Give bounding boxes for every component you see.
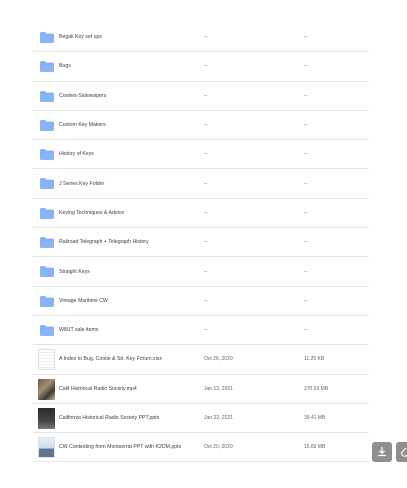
folder-icon [40,178,54,190]
file-name: CW Contesting from Montserrat PPT with K… [59,444,182,451]
link-icon [401,447,407,457]
modified-date: -- [204,180,208,187]
file-size: -- [304,63,308,70]
folder-icon [40,119,54,131]
folder-row[interactable]: W8UT sale items -- -- [33,316,369,346]
modified-date: -- [204,122,208,129]
folder-icon [40,324,54,336]
file-thumbnail [38,407,55,429]
file-size: -- [304,297,308,304]
folder-icon [40,149,54,161]
file-name: Railroad Telegraph + Telegraph History [59,239,149,246]
file-name: Custom Key Makers [59,122,106,129]
folder-icon [40,32,54,43]
file-name: Begali Key set ups [59,34,102,41]
file-row[interactable]: California Historical Radio Society PPT.… [33,404,369,434]
file-size: -- [304,151,308,158]
folder-icon [40,207,54,219]
modified-date: -- [204,327,208,334]
modified-date: -- [204,268,208,275]
folder-row[interactable]: History of Keys -- -- [33,140,369,170]
file-name: Bugs [59,63,71,70]
download-icon [378,447,386,457]
folder-row[interactable]: Custom Key Makers -- -- [33,111,369,141]
modified-date: -- [204,297,208,304]
file-size: 39.41 MB [304,415,326,421]
file-size: -- [304,239,308,246]
file-size: 15.82 MB [304,444,326,451]
file-thumbnail [38,437,55,459]
file-name: Vintage Maritime CW [59,297,108,304]
file-name: Keying Techniques & Advice [59,209,125,216]
file-size: 11.25 KB [304,356,325,363]
modified-date: Oct 20, 2020 [204,444,233,451]
file-name: California Historical Radio Society PPT.… [59,415,160,421]
file-size: -- [304,268,308,275]
folder-row[interactable]: Vintage Maritime CW -- -- [33,287,369,316]
folder-row[interactable]: Cooties-Sideswipers -- -- [33,82,369,111]
folder-row[interactable]: Straight Keys -- -- [33,257,369,287]
folder-row[interactable]: Bugs -- -- [33,52,369,82]
modified-date: -- [204,34,208,41]
folder-icon [40,90,54,102]
file-size: -- [304,209,308,216]
folder-row[interactable]: Railroad Telegraph + Telegraph History --… [33,228,369,258]
file-size: -- [304,327,308,334]
modified-date: -- [204,151,208,158]
folder-icon [40,61,54,73]
file-size: -- [304,180,308,187]
file-row[interactable]: CW Contesting from Montserrat PPT with K… [33,433,369,463]
modified-date: -- [204,92,208,99]
file-name: W8UT sale items [59,327,99,334]
file-size: -- [304,92,308,99]
file-size: -- [304,122,308,129]
folder-row[interactable]: Begali Key set ups -- -- [33,23,369,53]
file-name: J Series Key Folder [59,180,105,187]
file-name: A Index to Bug, Cootie & Str. Key Forum.… [59,356,162,363]
file-thumbnail [38,349,55,371]
folder-icon [40,295,54,307]
file-row[interactable]: Calif Historical Radio Society.mp4 Jan 13… [33,375,369,404]
modified-date: Oct 26, 2020 [204,356,233,363]
folder-row[interactable]: J Series Key Folder -- -- [33,169,369,199]
download-button[interactable] [372,442,392,462]
modified-date: Jan 13, 2021 [204,385,233,392]
file-size: 270.93 MB [304,385,329,392]
file-size: -- [304,34,308,41]
file-name: History of Keys [59,151,94,158]
file-thumbnail [38,378,55,400]
modified-date: -- [204,239,208,246]
file-name: Cooties-Sideswipers [59,92,107,99]
folder-row[interactable]: Keying Techniques & Advice -- -- [33,199,369,229]
file-list: Begali Key set ups -- -- Bugs -- -- Cooties-Si… [33,23,369,463]
link-button[interactable] [396,442,407,462]
file-name: Straight Keys [59,268,90,275]
folder-icon [40,266,54,278]
modified-date: -- [204,63,208,70]
folder-icon [40,237,54,249]
file-row[interactable]: A Index to Bug, Cootie & Str. Key Forum.… [33,345,369,375]
modified-date: Jan 22, 2021 [204,415,233,421]
file-name: Calif Historical Radio Society.mp4 [59,385,137,392]
modified-date: -- [204,209,208,216]
